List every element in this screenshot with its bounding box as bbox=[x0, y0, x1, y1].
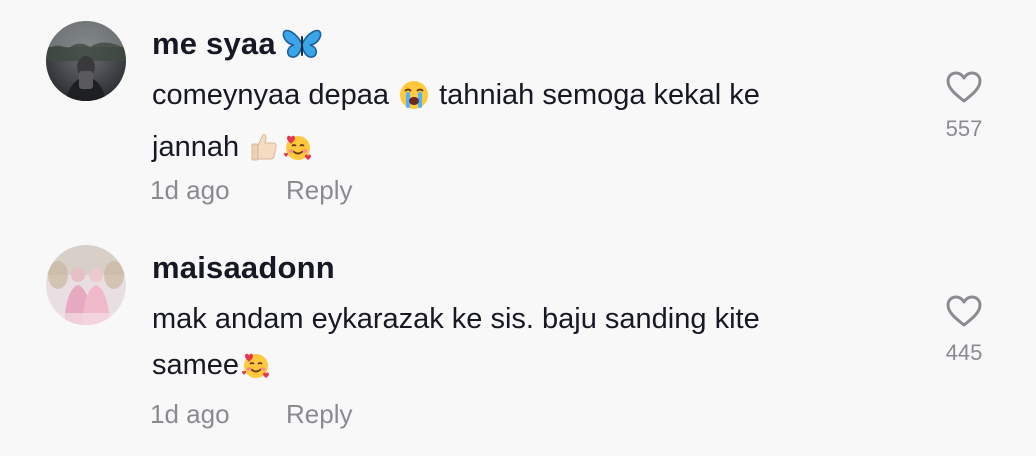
comment-meta: 1d ago Reply bbox=[150, 172, 352, 208]
avatar[interactable] bbox=[46, 21, 126, 101]
like-count: 557 bbox=[945, 116, 983, 141]
comment-item: maisaadonn mak andam eykarazak ke sis. b… bbox=[0, 224, 1036, 446]
username[interactable]: maisaadonn bbox=[152, 246, 335, 290]
username-text[interactable]: me syaa bbox=[152, 26, 276, 61]
like-button[interactable]: 557 bbox=[934, 70, 994, 142]
reply-button[interactable]: Reply bbox=[286, 172, 352, 208]
avatar[interactable] bbox=[46, 245, 126, 325]
butterfly-emoji bbox=[282, 28, 322, 72]
loudly-crying-face-emoji bbox=[399, 78, 429, 124]
heart-outline-icon[interactable] bbox=[934, 294, 994, 328]
timestamp: 1d ago bbox=[150, 175, 230, 205]
comment-text: comeynyaa depaa tahniah semoga kekal ke … bbox=[152, 72, 842, 176]
username[interactable]: me syaa bbox=[152, 22, 322, 72]
timestamp: 1d ago bbox=[150, 399, 230, 429]
like-count: 445 bbox=[945, 340, 983, 365]
comment-text: mak andam eykarazak ke sis. baju sanding… bbox=[152, 296, 842, 394]
comment-meta: 1d ago Reply bbox=[150, 396, 352, 432]
reply-button[interactable]: Reply bbox=[286, 396, 352, 432]
comment-list: me syaa comeynyaa depaa tahniah semoga k… bbox=[0, 0, 1036, 456]
like-button[interactable]: 445 bbox=[934, 294, 994, 366]
comment-item: me syaa comeynyaa depaa tahniah semoga k… bbox=[0, 0, 1036, 222]
heart-outline-icon[interactable] bbox=[934, 70, 994, 104]
smiling-face-with-hearts-emoji bbox=[283, 130, 313, 176]
username-text[interactable]: maisaadonn bbox=[152, 250, 335, 285]
thumbs-up-emoji bbox=[249, 130, 279, 176]
smiling-face-with-hearts-emoji bbox=[241, 348, 271, 394]
